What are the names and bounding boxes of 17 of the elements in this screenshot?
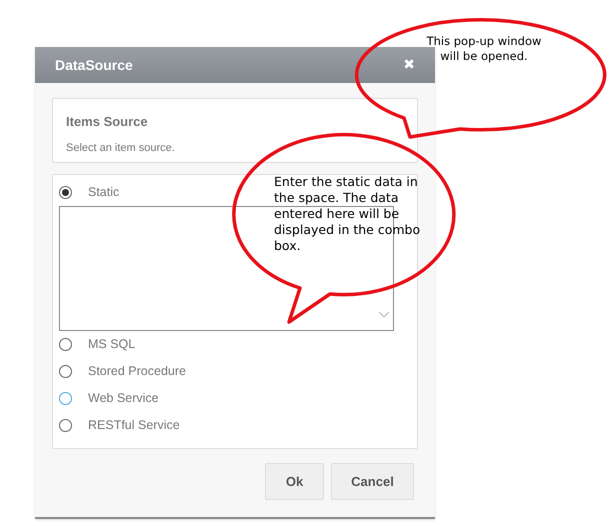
callout-text: This pop-up window will be opened. bbox=[426, 34, 542, 64]
radio-button[interactable] bbox=[59, 338, 72, 351]
radio-label: MS SQL bbox=[88, 336, 136, 354]
callout-text: Enter the static data in the space. The data entered here will be displayed in the combo box. bbox=[274, 174, 422, 254]
radio-button[interactable] bbox=[59, 186, 72, 199]
card-hint: Select an item source. bbox=[66, 140, 176, 156]
radio-label: RESTful Service bbox=[88, 417, 180, 434]
radio-label: Stored Procedure bbox=[88, 363, 186, 380]
card-title: Items Source bbox=[66, 113, 149, 131]
radio-label: Static bbox=[88, 184, 120, 202]
radio-button[interactable] bbox=[59, 392, 72, 405]
cancel-button[interactable]: Cancel bbox=[331, 463, 414, 500]
radio-button[interactable] bbox=[59, 365, 72, 378]
radio-button[interactable] bbox=[59, 419, 72, 432]
ok-button[interactable]: Ok bbox=[265, 463, 324, 500]
radio-label: Web Service bbox=[88, 390, 159, 408]
dialog-title: DataSource bbox=[55, 56, 133, 74]
